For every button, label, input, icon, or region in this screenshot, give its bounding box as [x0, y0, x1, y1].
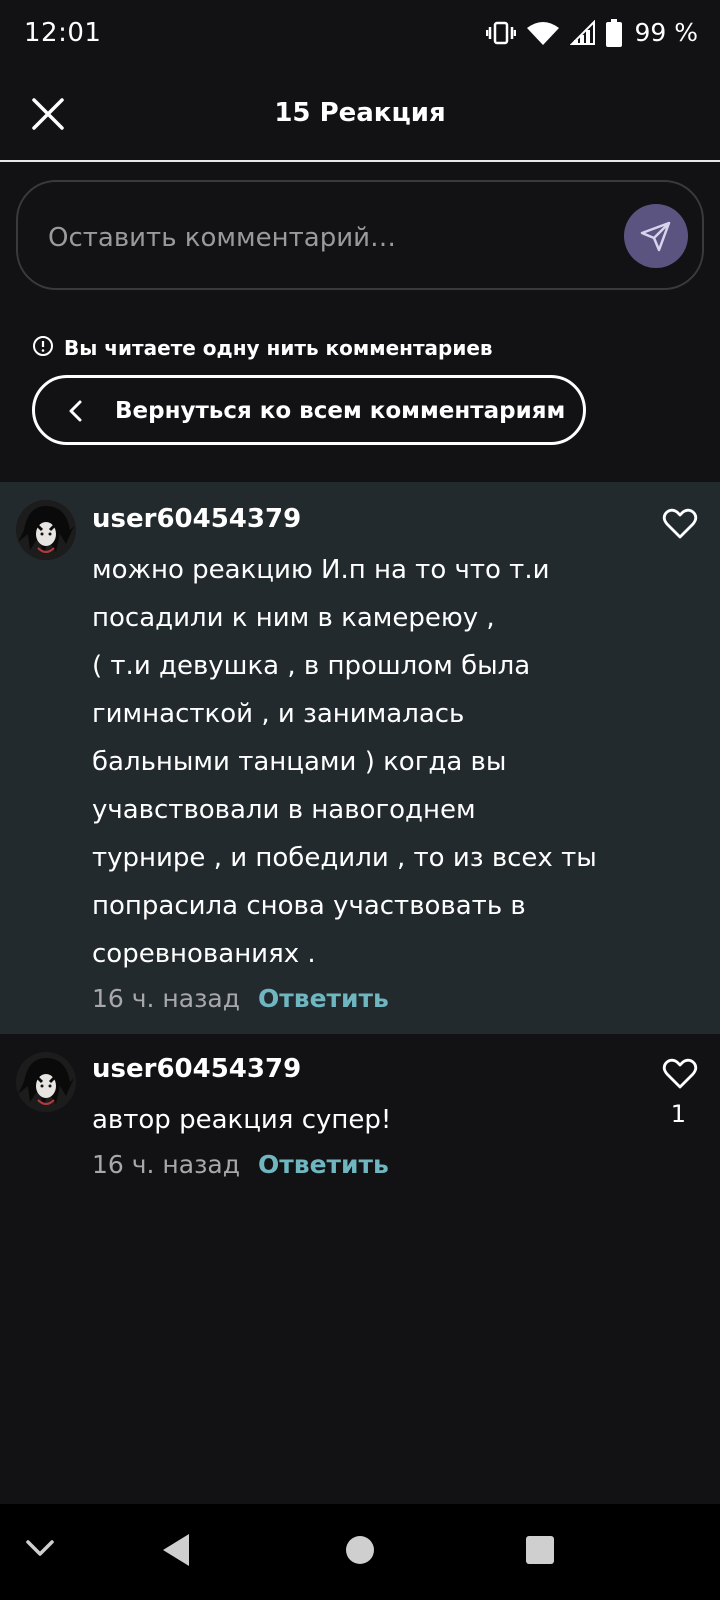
- reply-button[interactable]: Ответить: [258, 1150, 389, 1179]
- comment-item: user60454379 можно реакцию И.п на то что…: [0, 482, 720, 1034]
- comment-input[interactable]: [48, 218, 608, 258]
- nav-home-button[interactable]: [344, 1534, 376, 1570]
- heart-icon: [662, 1058, 698, 1089]
- info-icon: [32, 335, 54, 361]
- thread-notice-text: Вы читаете одну нить комментариев: [64, 336, 493, 360]
- avatar: [16, 500, 76, 560]
- page-title: 15 Реакция: [274, 98, 446, 128]
- chevron-left-icon: [65, 398, 87, 428]
- chevron-down-icon: [26, 1540, 54, 1556]
- comment-line: соревнованиях .: [92, 939, 316, 969]
- comment-line: учавствовали в навогоднем: [92, 795, 476, 825]
- comment-line: бальными танцами ) когда вы: [92, 747, 507, 777]
- comment-time: 16 ч. назад: [92, 1150, 240, 1179]
- comment-text: можно реакцию И.п на то что т.и посадили…: [92, 546, 632, 978]
- comment-line: турнире , и победили , то из всех ты: [92, 843, 597, 873]
- comment-meta: 16 ч. назад Ответить: [92, 1150, 389, 1179]
- status-bar: 12:01 99 %: [0, 0, 720, 70]
- comment-username[interactable]: user60454379: [92, 1054, 301, 1084]
- comment-line: можно реакцию И.п на то что т.и: [92, 555, 550, 585]
- vibrate-icon: [486, 20, 517, 46]
- thread-notice: Вы читаете одну нить комментариев: [32, 335, 493, 361]
- nav-back-button[interactable]: [160, 1532, 192, 1572]
- comment-line: попрасила снова участвовать в: [92, 891, 526, 921]
- square-recents-icon: [526, 1536, 554, 1564]
- triangle-back-icon: [163, 1534, 189, 1566]
- comment-meta: 16 ч. назад Ответить: [92, 984, 389, 1013]
- wifi-icon: [526, 20, 560, 46]
- comment-line: автор реакция супер!: [92, 1105, 392, 1135]
- send-button[interactable]: [624, 204, 688, 268]
- status-time: 12:01: [24, 18, 102, 48]
- nav-bar: [0, 1504, 720, 1600]
- comment-text: автор реакция супер!: [92, 1096, 632, 1144]
- like-button[interactable]: [662, 1056, 698, 1092]
- comment-line: ( т.и девушка , в прошлом была: [92, 651, 531, 681]
- like-count: 1: [670, 1100, 686, 1128]
- avatar: [16, 1052, 76, 1112]
- like-button[interactable]: [662, 506, 698, 542]
- comment-time: 16 ч. назад: [92, 984, 240, 1013]
- signal-icon: [570, 19, 596, 46]
- battery-percent: 99 %: [634, 18, 698, 47]
- send-icon: [640, 221, 671, 252]
- comment-username[interactable]: user60454379: [92, 504, 301, 534]
- nav-collapse-button[interactable]: [24, 1536, 56, 1564]
- screen: 12:01 99 % 15 Реакция Оставить комментар…: [0, 0, 720, 1600]
- back-to-all-comments-button[interactable]: Вернуться ко всем комментариям: [32, 375, 586, 445]
- battery-icon: [606, 18, 623, 47]
- heart-icon: [662, 508, 698, 539]
- back-button-label: Вернуться ко всем комментариям: [115, 398, 566, 424]
- comment-item: user60454379 автор реакция супер! 16 ч. …: [0, 1034, 720, 1194]
- reply-button[interactable]: Ответить: [258, 984, 389, 1013]
- comment-line: гимнасткой , и занималась: [92, 699, 465, 729]
- comment-line: посадили к ним в камереюу ,: [92, 603, 495, 633]
- circle-home-icon: [346, 1536, 374, 1564]
- nav-recents-button[interactable]: [524, 1534, 556, 1570]
- comment-box: [16, 180, 704, 290]
- header: 15 Реакция: [0, 72, 720, 162]
- status-icons: 99 %: [486, 18, 698, 47]
